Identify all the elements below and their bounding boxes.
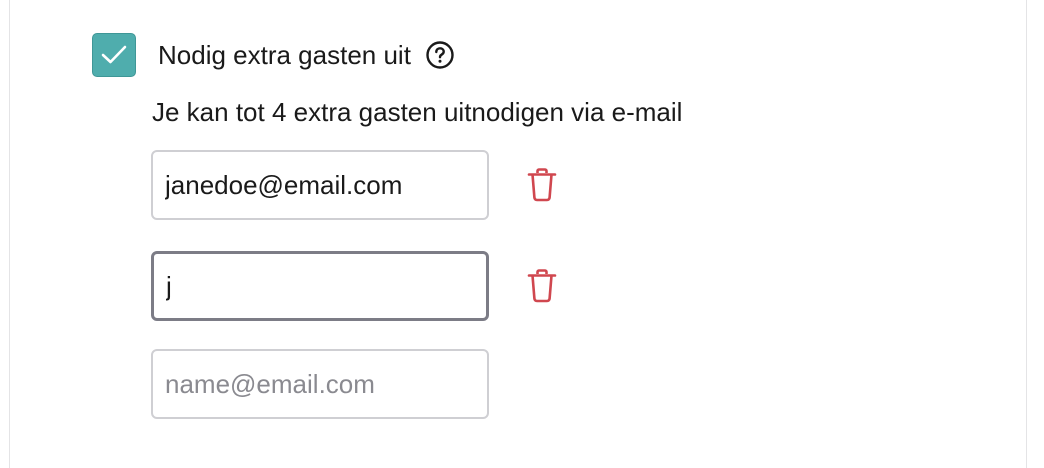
guest-email-input[interactable] (151, 251, 489, 321)
guest-email-row (151, 349, 489, 419)
invite-hint-text: Je kan tot 4 extra gasten uitnodigen via… (152, 97, 683, 127)
guest-email-row (151, 150, 559, 220)
invite-guests-checkbox[interactable] (92, 33, 136, 77)
trash-icon[interactable] (525, 266, 559, 306)
check-icon (101, 45, 127, 64)
question-circle-icon[interactable] (425, 40, 455, 70)
guest-email-input[interactable] (151, 349, 489, 419)
trash-icon[interactable] (525, 165, 559, 205)
guest-email-row (151, 251, 559, 321)
invite-guests-label[interactable]: Nodig extra gasten uit (158, 40, 411, 71)
guest-email-input[interactable] (151, 150, 489, 220)
invite-guests-row: Nodig extra gasten uit (92, 32, 455, 78)
